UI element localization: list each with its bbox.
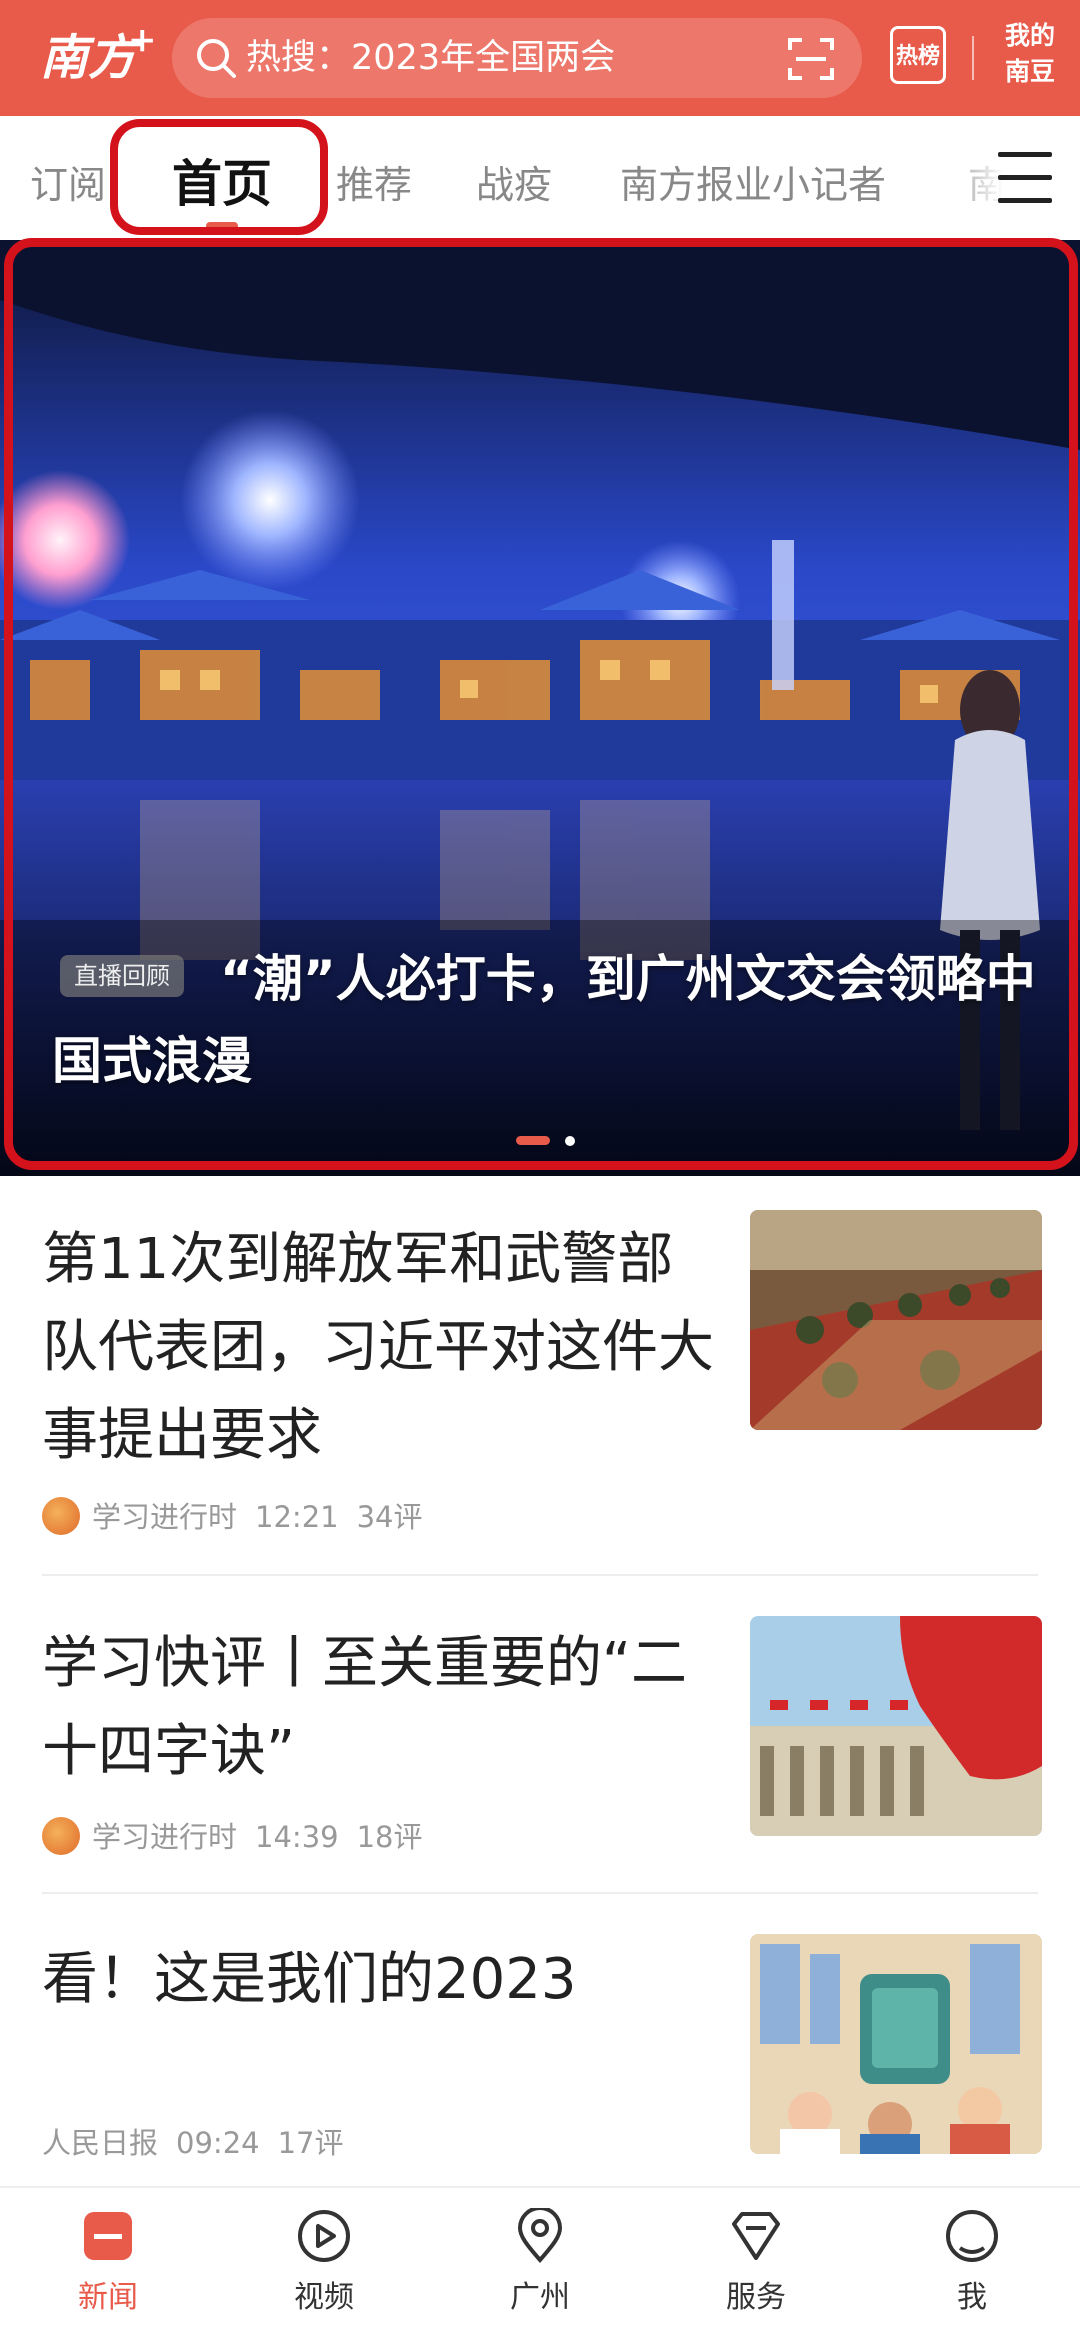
nav-profile[interactable]: 我: [864, 2188, 1080, 2326]
bottom-nav: 新闻 视频 广州 服务 我: [0, 2186, 1080, 2326]
logo-plus: +: [128, 20, 157, 60]
news-comments: 18评: [356, 1820, 423, 1854]
profile-icon: [946, 2210, 998, 2262]
search-icon: [197, 39, 236, 78]
video-icon: [298, 2210, 350, 2262]
logo-text: 南方: [40, 30, 137, 86]
news-thumbnail-image: [750, 1210, 1042, 1430]
hero-title[interactable]: “潮”人必打卡，到广州文交会领略中国式浪漫: [52, 938, 1042, 1102]
news-time: 14:39: [255, 1820, 339, 1854]
news-title[interactable]: 第11次到解放军和武警部队代表团，习近平对这件大事提出要求: [42, 1216, 722, 1480]
tab-recommend[interactable]: 推荐: [336, 154, 412, 209]
news-meta: 人民日报 09:24 17评: [42, 2120, 344, 2162]
tab-epidemic[interactable]: 战疫: [476, 154, 552, 209]
news-thumbnail[interactable]: [750, 1934, 1042, 2154]
nav-service[interactable]: 服务: [648, 2188, 864, 2326]
my-account-button[interactable]: 我的 南豆: [990, 18, 1070, 90]
source-logo-icon: [42, 1817, 80, 1855]
divider: [42, 1892, 1038, 1894]
news-thumbnail[interactable]: [750, 1210, 1042, 1430]
scan-icon[interactable]: [786, 34, 836, 84]
nav-service-label: 服务: [726, 2280, 786, 2315]
news-thumbnail[interactable]: [750, 1616, 1042, 1836]
news-title[interactable]: 看！这是我们的2023: [42, 1936, 722, 2024]
location-icon: [517, 2208, 563, 2264]
divider: [42, 1574, 1038, 1576]
channel-tabs: 订阅 首页 推荐 战疫 南方报业小记者 南: [0, 116, 1080, 240]
divider: [972, 36, 974, 80]
carousel-dot-active[interactable]: [516, 1136, 550, 1145]
news-source: 人民日报: [42, 2126, 159, 2160]
nav-video[interactable]: 视频: [216, 2188, 432, 2326]
nav-profile-label: 我: [957, 2280, 987, 2315]
active-tab-indicator: [206, 222, 238, 230]
source-logo-icon: [42, 1497, 80, 1535]
news-source: 学习进行时: [92, 1500, 238, 1534]
news-source: 学习进行时: [92, 1820, 238, 1854]
app-logo[interactable]: 南方 +: [40, 16, 157, 100]
news-meta: 学习进行时 14:39 18评: [42, 1814, 423, 1858]
top-bar: 南方 + 热搜：2023年全国两会 热榜 我的 南豆: [0, 0, 1080, 116]
news-time: 09:24: [176, 2126, 260, 2160]
news-title[interactable]: 学习快评丨至关重要的“二十四字诀”: [42, 1620, 722, 1796]
search-bar[interactable]: 热搜：2023年全国两会: [172, 18, 862, 98]
tab-home[interactable]: 首页: [172, 144, 272, 216]
news-icon: [84, 2212, 132, 2260]
news-thumbnail-image: [750, 1934, 1042, 2154]
news-meta: 学习进行时 12:21 34评: [42, 1494, 423, 1538]
my-account-label: 我的: [1004, 21, 1055, 50]
hot-rank-button[interactable]: 热榜: [890, 22, 950, 86]
search-placeholder: 热搜：2023年全国两会: [246, 38, 616, 78]
news-comments: 17评: [277, 2126, 344, 2160]
news-comments: 34评: [356, 1500, 423, 1534]
tab-nanfang-reporter[interactable]: 南方报业小记者: [620, 154, 886, 209]
nav-news-label: 新闻: [78, 2280, 138, 2315]
nav-guangzhou[interactable]: 广州: [432, 2188, 648, 2326]
news-thumbnail-image: [750, 1616, 1042, 1836]
news-time: 12:21: [255, 1500, 339, 1534]
menu-icon[interactable]: [998, 152, 1052, 204]
service-icon: [732, 2212, 780, 2260]
carousel-dot[interactable]: [565, 1136, 575, 1146]
nav-video-label: 视频: [294, 2280, 354, 2315]
hot-rank-label: 热榜: [895, 44, 940, 69]
nav-news[interactable]: 新闻: [0, 2188, 216, 2326]
nav-guangzhou-label: 广州: [510, 2280, 570, 2315]
tab-subscribe[interactable]: 订阅: [30, 154, 106, 209]
my-account-sublabel: 南豆: [1004, 57, 1055, 86]
